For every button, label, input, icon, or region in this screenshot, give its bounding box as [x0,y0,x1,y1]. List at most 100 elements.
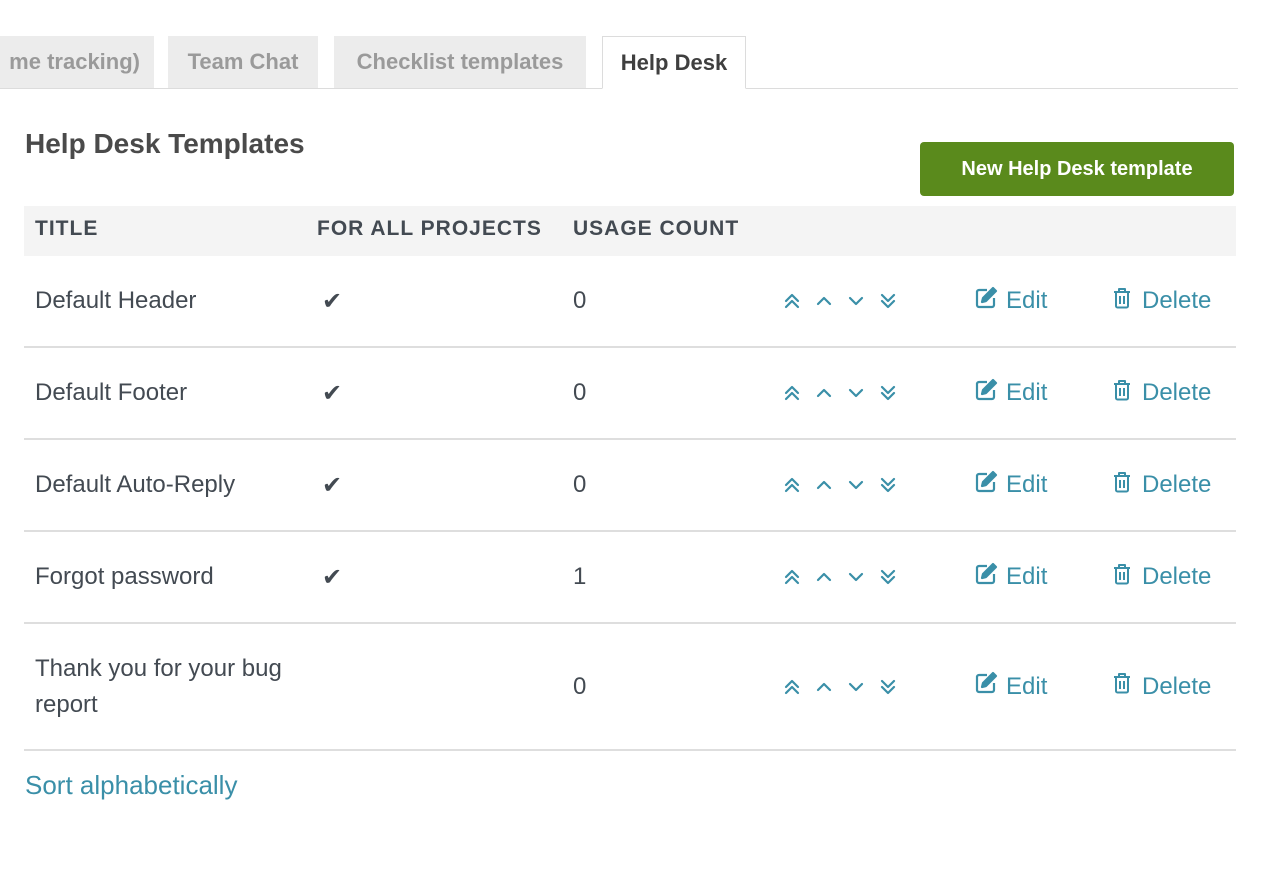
move-to-bottom-icon[interactable] [872,289,904,313]
template-title: Default Header [35,287,197,314]
delete-label: Delete [1142,379,1212,406]
move-to-bottom-icon[interactable] [872,675,904,699]
move-to-top-icon[interactable] [776,289,808,313]
column-header-usage-count: USAGE COUNT [573,217,740,240]
table-header: TITLE FOR ALL PROJECTS USAGE COUNT [24,206,1236,256]
delete-label: Delete [1142,287,1212,314]
delete-cell: Delete [1110,256,1211,346]
delete-label: Delete [1142,672,1212,700]
usage-count: 0 [573,471,587,498]
trash-icon [1110,378,1134,409]
delete-cell: Delete [1110,624,1211,749]
edit-label: Edit [1006,672,1048,700]
delete-link[interactable]: Delete [1110,378,1211,409]
edit-icon [974,378,998,409]
edit-cell: Edit [974,532,1047,622]
reorder-controls [776,624,904,749]
delete-link[interactable]: Delete [1110,286,1211,317]
move-up-icon[interactable] [808,381,840,405]
trash-icon [1110,562,1134,593]
for-all-projects-cell: ✔ [322,348,342,438]
move-to-bottom-icon[interactable] [872,473,904,497]
move-down-icon[interactable] [840,289,872,313]
move-up-icon[interactable] [808,289,840,313]
column-header-title: TITLE [35,217,99,240]
usage-count: 1 [573,563,587,590]
delete-cell: Delete [1110,440,1211,530]
new-help-desk-template-button[interactable]: New Help Desk template [920,142,1234,196]
edit-label: Edit [1006,287,1048,314]
column-header-for-all-projects: FOR ALL PROJECTS [317,217,542,240]
edit-link[interactable]: Edit [974,671,1047,702]
edit-label: Edit [1006,563,1048,590]
edit-cell: Edit [974,256,1047,346]
delete-link[interactable]: Delete [1110,470,1211,501]
reorder-controls [776,256,904,346]
page-title: Help Desk Templates [25,128,305,159]
tab-help-desk[interactable]: Help Desk [602,36,746,89]
edit-link[interactable]: Edit [974,562,1047,593]
template-title: Default Footer [35,379,188,406]
trash-icon [1110,671,1134,702]
delete-label: Delete [1142,563,1212,590]
delete-link[interactable]: Delete [1110,562,1211,593]
delete-cell: Delete [1110,348,1211,438]
checkmark-icon: ✔ [322,471,343,499]
edit-label: Edit [1006,471,1048,498]
reorder-controls [776,348,904,438]
edit-cell: Edit [974,624,1047,749]
edit-icon [974,562,998,593]
trash-icon [1110,286,1134,317]
edit-link[interactable]: Edit [974,378,1047,409]
table-row: Default Footer ✔ 0 Edit Delete [24,348,1236,440]
edit-link[interactable]: Edit [974,470,1047,501]
for-all-projects-cell: ✔ [322,532,342,622]
usage-count: 0 [573,379,587,406]
edit-icon [974,286,998,317]
table-row: Forgot password ✔ 1 Edit Delete [24,532,1236,624]
edit-link[interactable]: Edit [974,286,1047,317]
for-all-projects-cell: ✔ [322,440,342,530]
move-to-top-icon[interactable] [776,675,808,699]
move-to-top-icon[interactable] [776,381,808,405]
checkmark-icon: ✔ [322,287,343,315]
template-title: Forgot password [35,563,214,590]
delete-link[interactable]: Delete [1110,671,1211,702]
templates-table: TITLE FOR ALL PROJECTS USAGE COUNT Defau… [24,206,1236,751]
move-up-icon[interactable] [808,675,840,699]
reorder-controls [776,440,904,530]
checkmark-icon: ✔ [322,563,343,591]
move-up-icon[interactable] [808,565,840,589]
trash-icon [1110,470,1134,501]
move-to-top-icon[interactable] [776,565,808,589]
move-down-icon[interactable] [840,565,872,589]
sort-alphabetically-link[interactable]: Sort alphabetically [25,770,237,801]
template-title: Default Auto-Reply [35,471,236,498]
delete-label: Delete [1142,471,1212,498]
usage-count: 0 [573,287,587,314]
move-to-bottom-icon[interactable] [872,381,904,405]
edit-cell: Edit [974,440,1047,530]
move-up-icon[interactable] [808,473,840,497]
tab-team-chat[interactable]: Team Chat [168,36,318,88]
table-body: Default Header ✔ 0 Edit Delete Default F… [24,256,1236,751]
edit-icon [974,671,998,702]
edit-icon [974,470,998,501]
move-down-icon[interactable] [840,381,872,405]
move-to-top-icon[interactable] [776,473,808,497]
tab-time-tracking[interactable]: me tracking) [0,36,154,88]
reorder-controls [776,532,904,622]
tab-checklist-templates[interactable]: Checklist templates [334,36,586,88]
usage-count: 0 [573,672,587,700]
checkmark-icon: ✔ [322,379,343,407]
edit-label: Edit [1006,379,1048,406]
template-title: Thank you for your bug report [35,654,282,718]
edit-cell: Edit [974,348,1047,438]
delete-cell: Delete [1110,532,1211,622]
table-row: Default Header ✔ 0 Edit Delete [24,256,1236,348]
move-down-icon[interactable] [840,675,872,699]
move-to-bottom-icon[interactable] [872,565,904,589]
for-all-projects-cell: ✔ [322,256,342,346]
move-down-icon[interactable] [840,473,872,497]
table-row: Thank you for your bug report 0 Edit Del… [24,624,1236,751]
